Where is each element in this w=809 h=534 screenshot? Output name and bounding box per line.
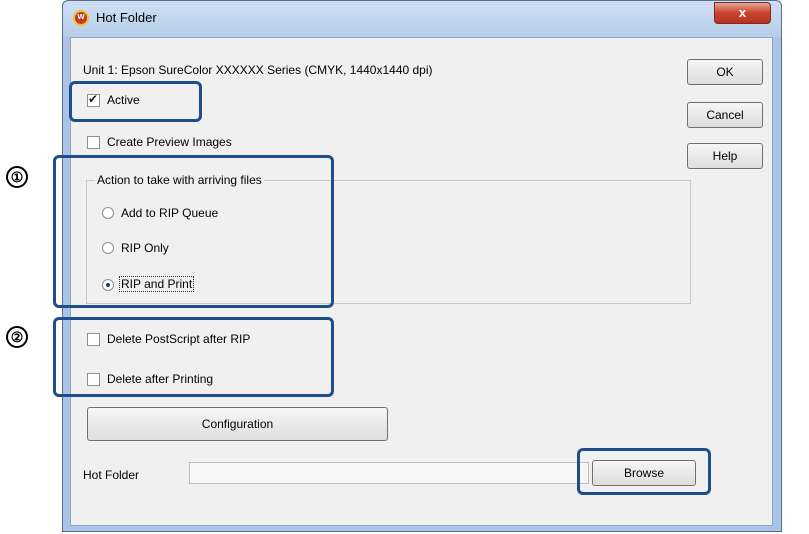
unit-info-label: Unit 1: Epson SureColor XXXXXX Series (C… bbox=[83, 63, 433, 77]
create-preview-label: Create Preview Images bbox=[107, 135, 232, 149]
window-title: Hot Folder bbox=[96, 10, 157, 25]
close-button[interactable]: x bbox=[714, 2, 771, 24]
ok-button[interactable]: OK bbox=[687, 59, 763, 85]
highlight-delete-options bbox=[53, 317, 334, 397]
highlight-active bbox=[69, 81, 202, 122]
hot-folder-label: Hot Folder bbox=[83, 468, 140, 482]
callout-marker-1: ① bbox=[6, 166, 28, 188]
create-preview-checkbox[interactable] bbox=[87, 136, 100, 149]
highlight-browse bbox=[577, 448, 711, 495]
highlight-action-group bbox=[53, 155, 334, 308]
callout-marker-2: ② bbox=[6, 326, 28, 348]
cancel-button[interactable]: Cancel bbox=[687, 102, 763, 128]
help-button[interactable]: Help bbox=[687, 143, 763, 169]
app-icon: w bbox=[73, 10, 89, 26]
title-bar[interactable]: w Hot Folder x bbox=[63, 1, 781, 37]
cancel-button-label: Cancel bbox=[706, 108, 744, 122]
configuration-button[interactable]: Configuration bbox=[87, 407, 388, 441]
hot-folder-path-field[interactable] bbox=[189, 462, 589, 484]
